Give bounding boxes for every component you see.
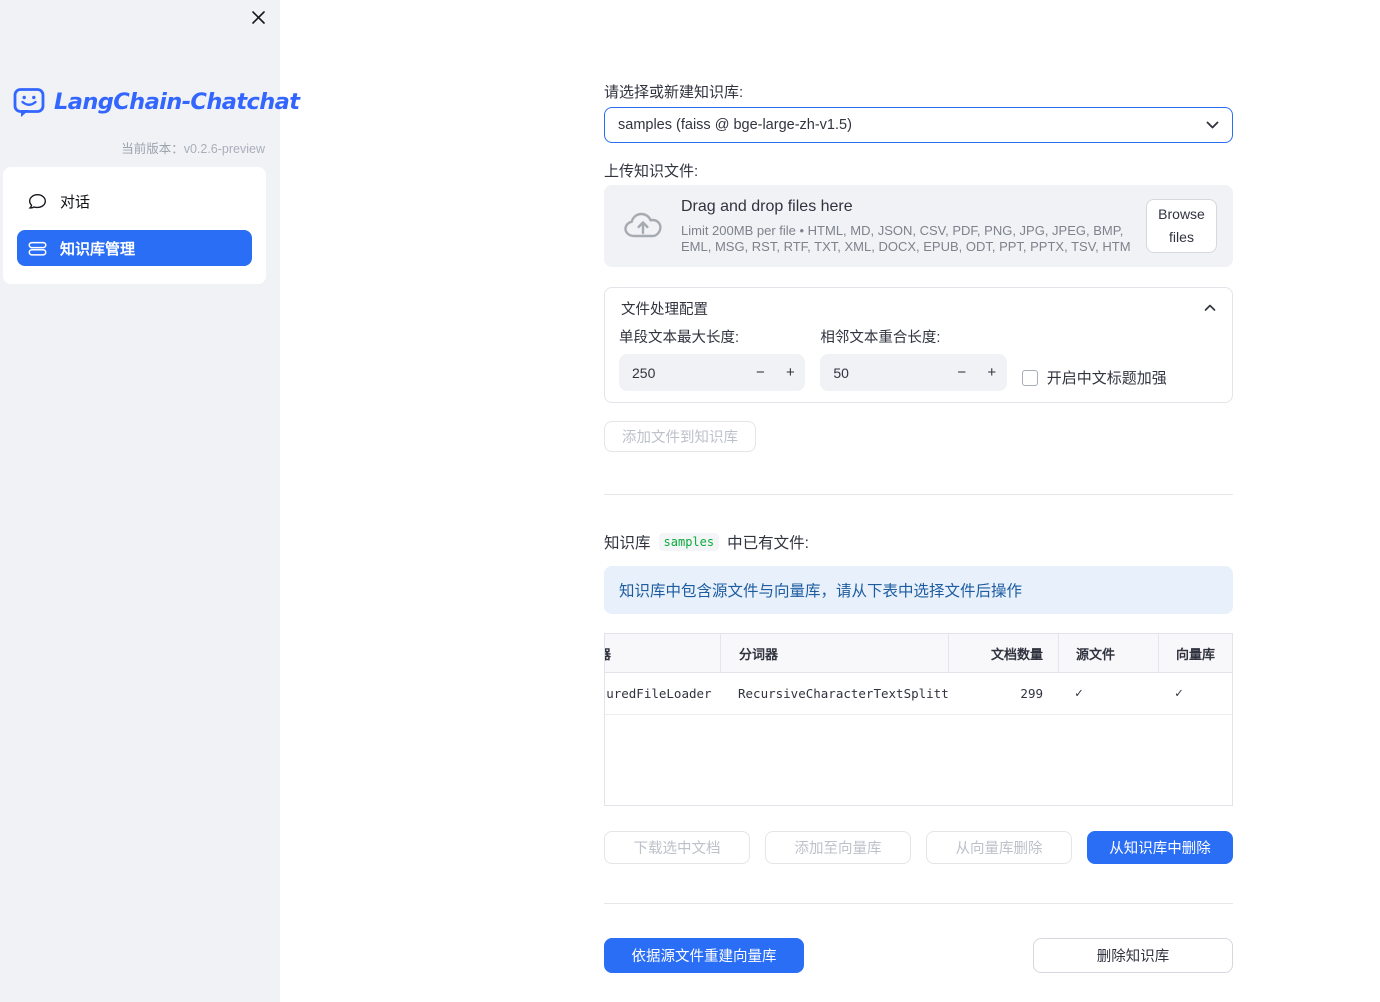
chevron-up-icon: [1204, 304, 1216, 312]
divider: [604, 903, 1233, 904]
info-text: 知识库中包含源文件与向量库，请从下表中选择文件后操作: [619, 583, 1023, 600]
delete-from-vector-store-button[interactable]: 从向量库删除: [926, 831, 1072, 864]
column-header-source-file[interactable]: 源文件: [1058, 634, 1158, 672]
add-to-vector-store-button[interactable]: 添加至向量库: [765, 831, 911, 864]
version-text: 当前版本：v0.2.6-preview: [121, 142, 265, 156]
kb-files-table: 文档加载器 分词器 文档数量 源文件 向量库 UnstructuredFileL…: [604, 633, 1233, 806]
chunk-size-value[interactable]: 250: [619, 365, 745, 381]
cell-loader[interactable]: UnstructuredFileLoader: [605, 673, 720, 714]
zh-title-checkbox-label: 开启中文标题加强: [1046, 370, 1167, 387]
upload-label: 上传知识文件:: [604, 163, 699, 180]
delete-kb-button[interactable]: 删除知识库: [1033, 938, 1233, 973]
chat-smiley-logo-icon: [12, 85, 46, 119]
cell-doc-count[interactable]: 299: [948, 673, 1058, 714]
kb-list-icon: [28, 239, 47, 258]
zh-title-checkbox[interactable]: [1021, 369, 1038, 386]
file-config-expander: 文件处理配置 单段文本最大长度: 250 − + 相邻文本重合长度: 50 − …: [604, 287, 1233, 403]
cell-source-file-check[interactable]: ✓: [1058, 673, 1158, 714]
minus-button[interactable]: −: [745, 364, 775, 381]
sidebar: LangChain-Chatchat 当前版本：v0.2.6-preview 对…: [0, 0, 300, 1002]
cell-vector-store-check[interactable]: ✓: [1158, 673, 1232, 714]
download-selected-button[interactable]: 下载选中文档: [604, 831, 750, 864]
chunk-size-field: 单段文本最大长度: 250 − +: [619, 328, 806, 391]
dropzone-title: Drag and drop files here: [681, 197, 853, 215]
sidebar-item-label: 对话: [60, 193, 91, 211]
kb-select-label: 请选择或新建知识库:: [604, 84, 744, 101]
add-files-to-kb-button[interactable]: 添加文件到知识库: [604, 421, 756, 452]
overlap-value[interactable]: 50: [820, 365, 946, 381]
expander-body: 单段文本最大长度: 250 − + 相邻文本重合长度: 50 − + 开启中文标…: [605, 328, 1232, 402]
column-header-vector-store[interactable]: 向量库: [1158, 634, 1232, 672]
expander-title: 文件处理配置: [621, 301, 708, 318]
dropzone-limit-text: Limit 200MB per file • HTML, MD, JSON, C…: [681, 222, 1131, 254]
browse-files-button[interactable]: Browse files: [1146, 199, 1217, 253]
chunk-size-input[interactable]: 250 − +: [619, 354, 806, 391]
main-content: 请选择或新建知识库: samples (faiss @ bge-large-zh…: [604, 0, 1233, 973]
expander-header[interactable]: 文件处理配置: [605, 288, 1232, 328]
cloud-upload-icon: [622, 209, 664, 243]
overlap-input[interactable]: 50 − +: [820, 354, 1007, 391]
table-row[interactable]: UnstructuredFileLoader RecursiveCharacte…: [605, 673, 1232, 715]
zh-title-checkbox-row[interactable]: 开启中文标题加强: [1021, 364, 1218, 391]
kb-name-code: samples: [658, 533, 720, 551]
dropzone-instructions: Drag and drop files here Limit 200MB per…: [681, 198, 1146, 255]
overlap-label: 相邻文本重合长度:: [820, 330, 941, 346]
sidebar-item-label: 知识库管理: [60, 240, 136, 258]
cell-splitter[interactable]: RecursiveCharacterTextSplitter: [720, 673, 948, 714]
table-inner: 文档加载器 分词器 文档数量 源文件 向量库 UnstructuredFileL…: [605, 634, 1232, 715]
sidebar-item-dialogue[interactable]: 对话: [17, 183, 252, 219]
table-header-row: 文档加载器 分词器 文档数量 源文件 向量库: [605, 634, 1232, 673]
file-dropzone[interactable]: Drag and drop files here Limit 200MB per…: [604, 185, 1233, 267]
sidebar-close-button[interactable]: [249, 8, 267, 26]
app-title: LangChain-Chatchat: [54, 89, 300, 115]
chevron-down-icon: [1206, 121, 1219, 129]
info-banner: 知识库中包含源文件与向量库，请从下表中选择文件后操作: [604, 566, 1233, 614]
close-icon: [251, 10, 266, 25]
column-header-loader[interactable]: 文档加载器: [605, 634, 720, 672]
chunk-size-label: 单段文本最大长度:: [619, 330, 740, 346]
minus-button[interactable]: −: [947, 364, 977, 381]
rebuild-vector-store-button[interactable]: 依据源文件重建向量库: [604, 938, 804, 973]
kb-files-line: 知识库 samples 中已有文件:: [604, 533, 809, 552]
column-header-doc-count[interactable]: 文档数量: [948, 634, 1058, 672]
kb-select-value: samples (faiss @ bge-large-zh-v1.5): [618, 117, 852, 133]
overlap-field: 相邻文本重合长度: 50 − +: [820, 328, 1007, 391]
plus-button[interactable]: +: [775, 364, 805, 381]
column-header-splitter[interactable]: 分词器: [720, 634, 948, 672]
kb-actions-row: 依据源文件重建向量库 删除知识库: [604, 938, 1233, 973]
kb-select[interactable]: samples (faiss @ bge-large-zh-v1.5): [604, 107, 1233, 143]
plus-button[interactable]: +: [977, 364, 1007, 381]
chat-bubble-icon: [28, 192, 47, 211]
sidebar-item-kb-management[interactable]: 知识库管理: [17, 230, 252, 266]
app-logo: LangChain-Chatchat: [12, 85, 300, 119]
sidebar-menu: 对话 知识库管理: [3, 167, 266, 284]
delete-from-kb-button[interactable]: 从知识库中删除: [1087, 831, 1233, 864]
divider: [604, 494, 1233, 495]
file-actions-row: 下载选中文档 添加至向量库 从向量库删除 从知识库中删除: [604, 831, 1233, 864]
